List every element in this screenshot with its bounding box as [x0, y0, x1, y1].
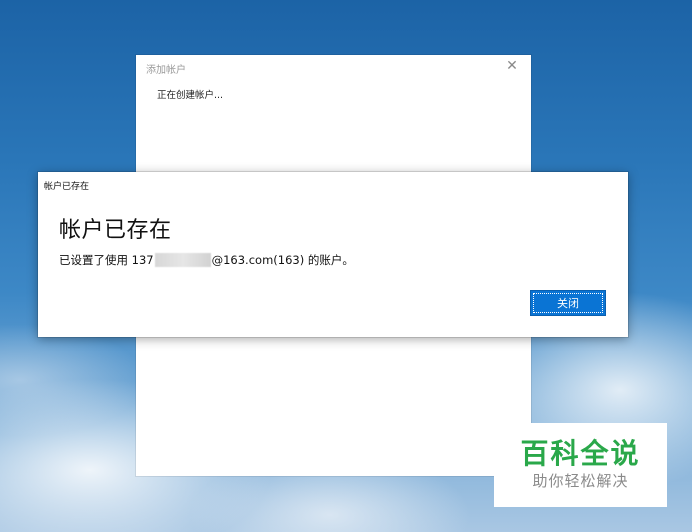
watermark-logo: 百科全说 助你轻松解决 [494, 423, 667, 507]
redacted-phone-number [154, 253, 211, 267]
add-account-window-title: 添加帐户 [146, 65, 186, 76]
dialog-message-prefix: 已设置了使用 137 [59, 253, 154, 267]
dialog-message: 已设置了使用 137 @163.com(163) 的账户。 [59, 252, 354, 268]
dialog-message-suffix: @163.com(163) 的账户。 [211, 253, 354, 267]
dialog-heading: 帐户已存在 [59, 218, 172, 243]
close-icon[interactable]: ✕ [505, 59, 519, 73]
close-button[interactable]: 关闭 [530, 290, 606, 316]
desktop-background: 添加帐户 ✕ 正在创建帐户... 帐户已存在 帐户已存在 已设置了使用 137 … [0, 0, 692, 532]
account-exists-dialog: 帐户已存在 帐户已存在 已设置了使用 137 @163.com(163) 的账户… [38, 172, 628, 337]
watermark-sub-text: 助你轻松解决 [532, 472, 629, 490]
creating-account-status: 正在创建帐户... [157, 90, 224, 101]
dialog-titlebar: 帐户已存在 [44, 182, 90, 192]
watermark-main-text: 百科全说 [520, 437, 641, 470]
